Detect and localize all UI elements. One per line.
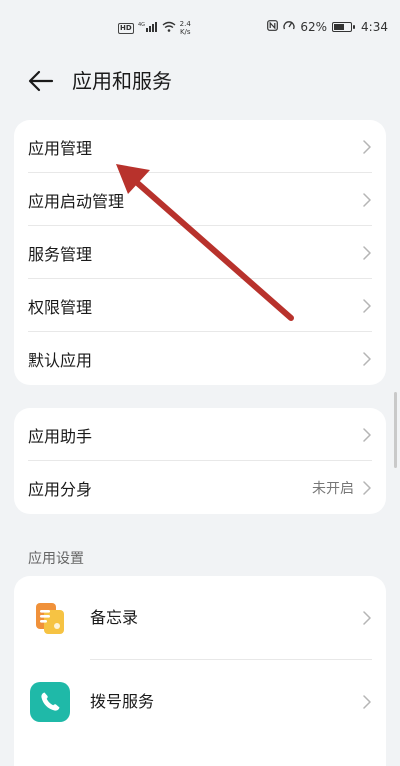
status-bar-network: HD 4G 2.4 K/s (118, 20, 191, 36)
battery-icon (332, 22, 356, 32)
settings-group-management: 应用管理 应用启动管理 服务管理 权限管理 默认应用 (14, 120, 386, 385)
svg-text:4G: 4G (138, 22, 145, 28)
chevron-right-icon (363, 695, 371, 709)
settings-item-service-management[interactable]: 服务管理 (14, 226, 386, 279)
item-label: 应用管理 (28, 138, 93, 158)
item-label: 拨号服务 (90, 692, 155, 711)
hd-badge: HD (118, 22, 134, 34)
app-item-notepad[interactable]: 备忘录 (14, 576, 386, 660)
settings-item-default-apps[interactable]: 默认应用 (14, 332, 386, 385)
status-bar-system: 62% 4:34 (267, 20, 388, 34)
battery-level-fill (334, 24, 344, 30)
clock: 4:34 (361, 20, 388, 34)
scrollbar[interactable] (394, 392, 397, 468)
chevron-right-icon (363, 245, 371, 260)
status-bar: HD 4G 2.4 K/s 62% 4:34 (0, 0, 400, 40)
app-settings-list: 备忘录 拨号服务 (14, 576, 386, 766)
chevron-right-icon (363, 427, 371, 442)
item-label: 服务管理 (28, 244, 93, 264)
settings-item-permissions[interactable]: 权限管理 (14, 279, 386, 332)
chevron-right-icon (363, 611, 371, 625)
network-speed: 2.4 K/s (180, 20, 191, 36)
speedometer-icon (283, 20, 296, 34)
page-header: 应用和服务 (0, 60, 400, 100)
arrow-left-icon (28, 70, 54, 92)
network-speed-unit: K/s (179, 28, 191, 36)
battery-percent: 62% (300, 20, 328, 34)
settings-item-app-launch[interactable]: 应用启动管理 (14, 173, 386, 226)
wifi-icon (162, 21, 176, 35)
notepad-icon (30, 598, 70, 638)
settings-item-app-twin[interactable]: 应用分身 未开启 (14, 461, 386, 514)
item-label: 应用启动管理 (28, 191, 125, 211)
chevron-right-icon (363, 139, 371, 154)
nfc-icon (267, 20, 279, 34)
phone-icon (30, 682, 70, 722)
chevron-right-icon (363, 298, 371, 313)
item-label: 权限管理 (28, 297, 93, 317)
item-label: 备忘录 (90, 608, 139, 627)
settings-item-app-assistant[interactable]: 应用助手 (14, 408, 386, 461)
chevron-right-icon (363, 192, 371, 207)
chevron-right-icon (363, 351, 371, 366)
signal-icon: 4G (138, 21, 158, 35)
back-button[interactable] (26, 66, 56, 96)
item-label: 应用分身 (28, 479, 93, 499)
item-label: 应用助手 (28, 426, 93, 446)
item-status-value: 未开启 (312, 480, 354, 497)
item-label: 默认应用 (28, 350, 93, 370)
app-item-dialer[interactable]: 拨号服务 (14, 660, 386, 744)
section-header-app-settings: 应用设置 (28, 551, 84, 567)
chevron-right-icon (363, 480, 371, 495)
network-speed-value: 2.4 (179, 20, 191, 28)
page-title: 应用和服务 (72, 69, 172, 93)
settings-group-assistant: 应用助手 应用分身 未开启 (14, 408, 386, 514)
settings-item-app-management[interactable]: 应用管理 (14, 120, 386, 173)
